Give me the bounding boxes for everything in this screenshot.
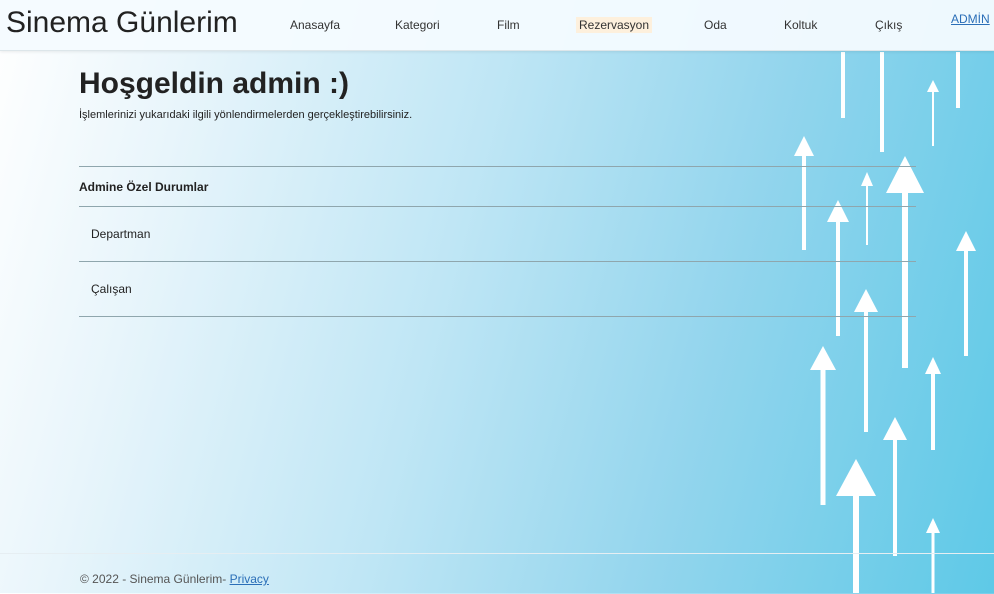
- footer-copyright: © 2022 - Sinema Günlerim-: [80, 572, 227, 586]
- brand-logo-link[interactable]: Sinema Günlerim: [6, 4, 238, 42]
- nav-kategori[interactable]: Kategori: [392, 17, 443, 33]
- top-navbar: Sinema Günlerim Anasayfa Kategori Film R…: [0, 0, 994, 51]
- nav-cikis[interactable]: Çıkış: [872, 17, 905, 33]
- nav-film[interactable]: Film: [494, 17, 523, 33]
- footer-text: © 2022 - Sinema Günlerim- Privacy: [80, 572, 269, 586]
- page-footer: © 2022 - Sinema Günlerim- Privacy: [0, 553, 994, 594]
- list-item-departman[interactable]: Departman: [79, 207, 916, 262]
- nav-koltuk[interactable]: Koltuk: [781, 17, 820, 33]
- list-item-calisan[interactable]: Çalışan: [79, 262, 916, 317]
- nav-rezervasyon[interactable]: Rezervasyon: [576, 17, 653, 33]
- nav-anasayfa[interactable]: Anasayfa: [287, 17, 343, 33]
- main-content: Hoşgeldin admin :) İşlemlerinizi yukarıd…: [79, 66, 916, 317]
- admin-list-header: Admine Özel Durumlar: [79, 166, 916, 207]
- page-title: Hoşgeldin admin :): [79, 67, 349, 100]
- page-subtitle: İşlemlerinizi yukarıdaki ilgili yönlendi…: [79, 109, 413, 121]
- user-admin-link[interactable]: ADMİN: [951, 12, 990, 26]
- privacy-link[interactable]: Privacy: [230, 572, 269, 586]
- admin-list: Admine Özel Durumlar Departman Çalışan: [79, 166, 916, 317]
- nav-oda[interactable]: Oda: [701, 17, 730, 33]
